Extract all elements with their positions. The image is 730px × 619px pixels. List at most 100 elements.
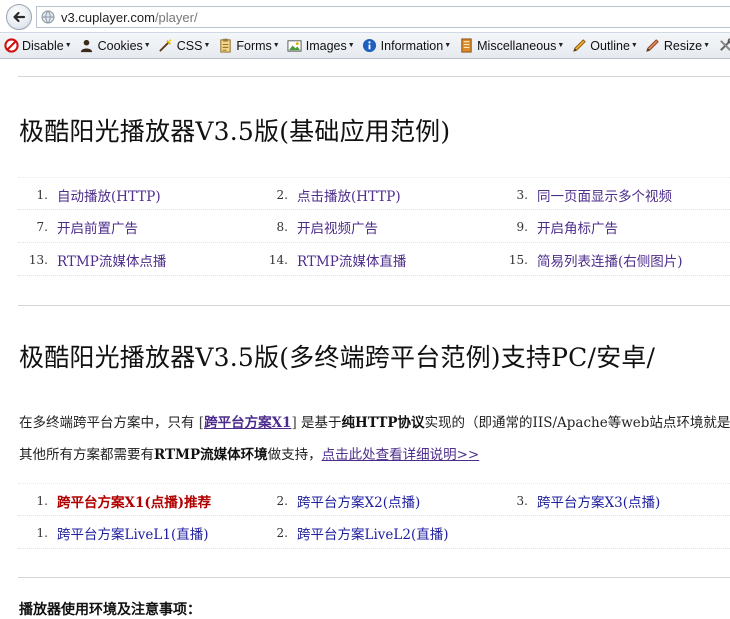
toolbar-css[interactable]: CSS ▼ — [155, 35, 215, 57]
item-number: 13. — [28, 252, 48, 267]
grid-row: 1. 跨平台方案X1(点播)推荐 2. 跨平台方案X2(点播) 3. 跨平台方案X3(… — [18, 483, 730, 516]
text-span: 其他所有方案都需要有 — [19, 447, 154, 463]
demo-link-live-l1[interactable]: 跨平台方案LiveL1(直播) — [57, 523, 209, 543]
list-item: 14. RTMP流媒体直播 — [258, 243, 406, 276]
caret-down-icon: ▼ — [64, 42, 72, 49]
grid-row: 13. RTMP流媒体点播 14. RTMP流媒体直播 15. 简易列表连播(右侧图片… — [18, 243, 730, 276]
demo-link-autoplay[interactable]: 自动播放(HTTP) — [57, 185, 161, 205]
toolbar-cookies[interactable]: Cookies ▼ — [76, 35, 155, 57]
caret-down-icon: ▼ — [272, 42, 280, 49]
item-number: 3. — [516, 187, 528, 202]
images-icon — [287, 38, 303, 54]
section1-title: 极酷阳光播放器V3.5版(基础应用范例) — [19, 117, 451, 146]
toolbar-outline[interactable]: Outline ▼ — [568, 35, 642, 57]
caret-down-icon: ▼ — [630, 42, 638, 49]
divider — [18, 305, 730, 306]
tools-icon — [717, 38, 730, 54]
emphasis: RTMP流媒体环境 — [154, 447, 268, 463]
section2-grid: 1. 跨平台方案X1(点播)推荐 2. 跨平台方案X2(点播) 3. 跨平台方案X3(… — [18, 483, 730, 549]
toolbar-label: Miscellaneous — [477, 38, 557, 53]
toolbar-tools[interactable]: T — [714, 35, 730, 57]
toolbar-label: Information — [380, 38, 444, 53]
demo-link-video-ad[interactable]: 开启视频广告 — [297, 217, 378, 237]
list-item: 7. 开启前置广告 — [18, 210, 138, 243]
url-path: /player/ — [154, 9, 198, 25]
intro-paragraph-line2: 其他所有方案都需要有RTMP流媒体环境做支持，点击此处查看详细说明>> — [19, 443, 479, 463]
list-item: 1. 跨平台方案X1(点播)推荐 — [18, 484, 212, 517]
toolbar-label: Resize — [663, 38, 703, 53]
divider — [18, 76, 730, 77]
demo-link-x3[interactable]: 跨平台方案X3(点播) — [537, 491, 660, 511]
outline-icon — [571, 38, 587, 54]
url-host: v3.cuplayer.com — [61, 9, 155, 25]
item-number: 15. — [508, 252, 528, 267]
list-item: 15. 简易列表连播(右侧图片) — [498, 243, 683, 276]
demo-link-playlist[interactable]: 简易列表连播(右侧图片) — [537, 250, 683, 270]
emphasis: 纯HTTP协议 — [341, 415, 425, 431]
list-item: 2. 跨平台方案LiveL2(直播) — [258, 516, 449, 549]
toolbar-resize[interactable]: Resize ▼ — [642, 35, 714, 57]
bracket: ] — [291, 415, 297, 431]
demo-link-rtmp-live[interactable]: RTMP流媒体直播 — [297, 250, 406, 270]
caret-down-icon: ▼ — [703, 42, 710, 49]
address-text: v3.cuplayer.com/player/ — [61, 10, 198, 25]
toolbar-label: CSS — [176, 38, 203, 53]
demo-link-live-l2[interactable]: 跨平台方案LiveL2(直播) — [297, 523, 449, 543]
miscellaneous-icon — [458, 38, 474, 54]
section3-title: 播放器使用环境及注意事项： — [19, 602, 201, 618]
forms-icon — [217, 38, 233, 54]
list-item: 2. 跨平台方案X2(点播) — [258, 484, 421, 517]
toolbar-label: Images — [305, 38, 347, 53]
disable-icon — [3, 38, 19, 54]
grid-row: 1. 自动播放(HTTP) 2. 点击播放(HTTP) 3. 同一页面显示多个视频 — [18, 177, 730, 210]
detail-link[interactable]: 点击此处查看详细说明>> — [322, 447, 480, 463]
item-number: 2. — [276, 525, 288, 540]
item-number: 8. — [276, 219, 288, 234]
list-item: 9. 开启角标广告 — [498, 210, 618, 243]
demo-link-multi-video[interactable]: 同一页面显示多个视频 — [537, 185, 672, 205]
demo-link-pre-ad[interactable]: 开启前置广告 — [57, 217, 138, 237]
demo-link-x2[interactable]: 跨平台方案X2(点播) — [297, 491, 420, 511]
toolbar-information[interactable]: Information ▼ — [359, 35, 455, 57]
item-number: 2. — [276, 187, 288, 202]
caret-down-icon: ▼ — [557, 42, 565, 49]
back-button[interactable] — [6, 4, 32, 30]
divider — [18, 577, 730, 578]
list-item: 8. 开启视频广告 — [258, 210, 378, 243]
list-item: 3. 跨平台方案X3(点播) — [498, 484, 661, 517]
text-span: 是基于 — [301, 415, 342, 431]
text-span: 实现的（即通常的IIS/Apache等web站点环境就是 — [424, 415, 730, 431]
item-number: 1. — [36, 525, 48, 540]
globe-icon — [41, 10, 55, 24]
section1-grid: 1. 自动播放(HTTP) 2. 点击播放(HTTP) 3. 同一页面显示多个视频 7… — [18, 177, 730, 276]
list-item: 1. 自动播放(HTTP) — [18, 178, 161, 211]
toolbar-miscellaneous[interactable]: Miscellaneous ▼ — [455, 35, 568, 57]
web-developer-toolbar: Disable ▼ Cookies ▼ CSS ▼ Forms ▼ Images ▼ In… — [0, 33, 730, 59]
address-input[interactable]: v3.cuplayer.com/player/ — [36, 6, 730, 28]
demo-link-rtmp-vod[interactable]: RTMP流媒体点播 — [57, 250, 166, 270]
toolbar-images[interactable]: Images ▼ — [284, 35, 359, 57]
demo-link-corner-ad[interactable]: 开启角标广告 — [537, 217, 618, 237]
demo-link-x1-recommended[interactable]: 跨平台方案X1(点播)推荐 — [57, 491, 211, 511]
text-span: 做支持， — [267, 447, 322, 463]
cross-platform-x1-link[interactable]: 跨平台方案X1 — [204, 415, 291, 431]
information-icon — [362, 38, 378, 54]
item-number: 1. — [36, 187, 48, 202]
item-number: 3. — [516, 493, 528, 508]
list-item: 13. RTMP流媒体点播 — [18, 243, 166, 276]
toolbar-forms[interactable]: Forms ▼ — [214, 35, 283, 57]
list-item: 3. 同一页面显示多个视频 — [498, 178, 672, 211]
browser-urlbar: v3.cuplayer.com/player/ — [0, 0, 730, 33]
toolbar-label: Disable — [22, 38, 64, 53]
demo-link-click-play[interactable]: 点击播放(HTTP) — [297, 185, 401, 205]
caret-down-icon: ▼ — [143, 42, 151, 49]
list-item: 1. 跨平台方案LiveL1(直播) — [18, 516, 209, 549]
arrow-left-icon — [13, 11, 26, 23]
cookies-icon — [79, 38, 95, 54]
item-number: 7. — [36, 219, 48, 234]
css-icon — [158, 38, 174, 54]
resize-icon — [645, 38, 661, 54]
toolbar-disable[interactable]: Disable ▼ — [0, 35, 76, 57]
text-span: 在多终端跨平台方案中，只有 — [19, 415, 195, 431]
grid-row: 7. 开启前置广告 8. 开启视频广告 9. 开启角标广告 — [18, 210, 730, 243]
